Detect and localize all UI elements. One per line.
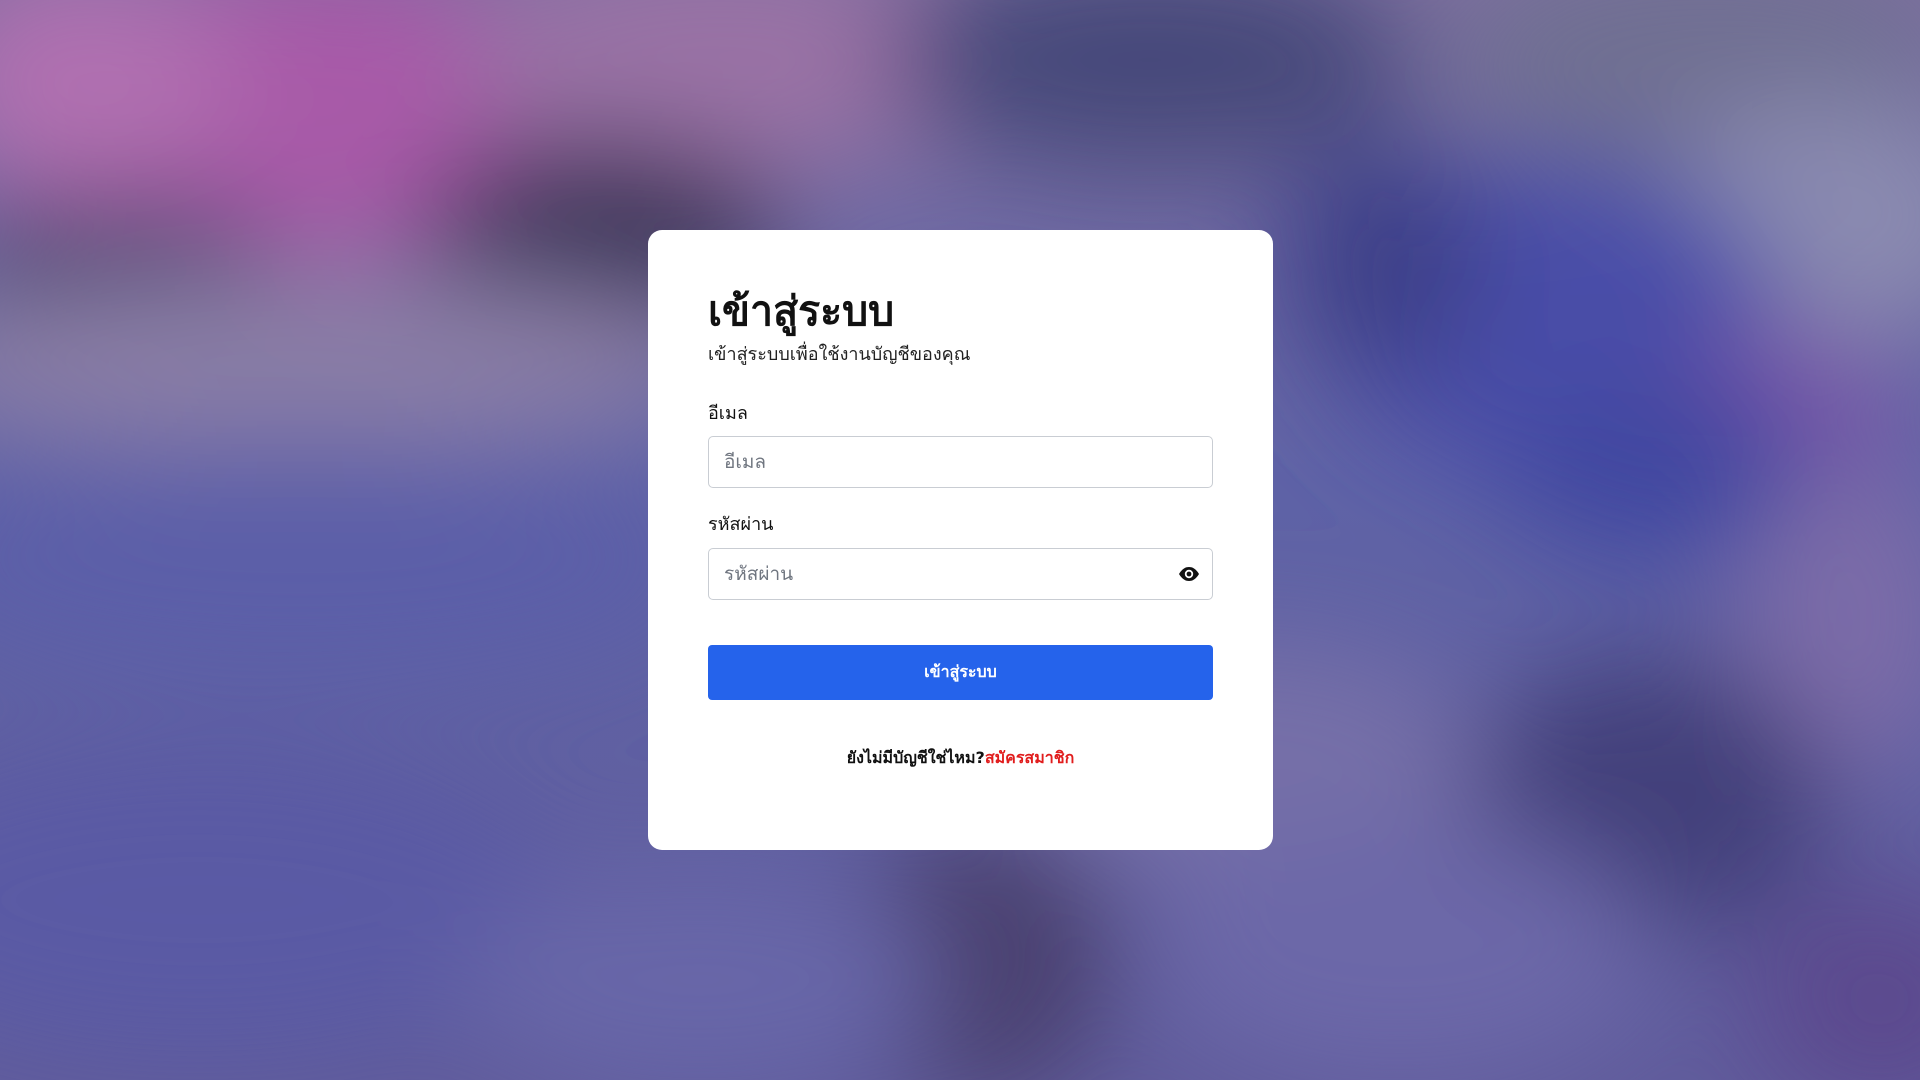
signup-row: ยังไม่มีบัญชีใช่ไหม?สมัครสมาชิก — [708, 746, 1213, 771]
signup-link[interactable]: สมัครสมาชิก — [985, 748, 1074, 767]
no-account-text: ยังไม่มีบัญชีใช่ไหม? — [846, 747, 985, 767]
eye-icon[interactable] — [1178, 566, 1200, 582]
login-card: เข้าสู่ระบบ เข้าสู่ระบบเพื่อใช้งานบัญชีข… — [648, 230, 1273, 850]
page-title: เข้าสู่ระบบ — [708, 287, 895, 335]
password-label: รหัสผ่าน — [708, 514, 774, 536]
page-subtitle: เข้าสู่ระบบเพื่อใช้งานบัญชีของคุณ — [708, 344, 971, 366]
email-label: อีเมล — [708, 402, 748, 424]
email-input[interactable] — [708, 436, 1213, 489]
password-field-wrapper — [708, 547, 1213, 600]
email-field-wrapper — [708, 436, 1213, 489]
password-input[interactable] — [708, 547, 1213, 600]
login-button[interactable]: เข้าสู่ระบบ — [708, 644, 1213, 700]
